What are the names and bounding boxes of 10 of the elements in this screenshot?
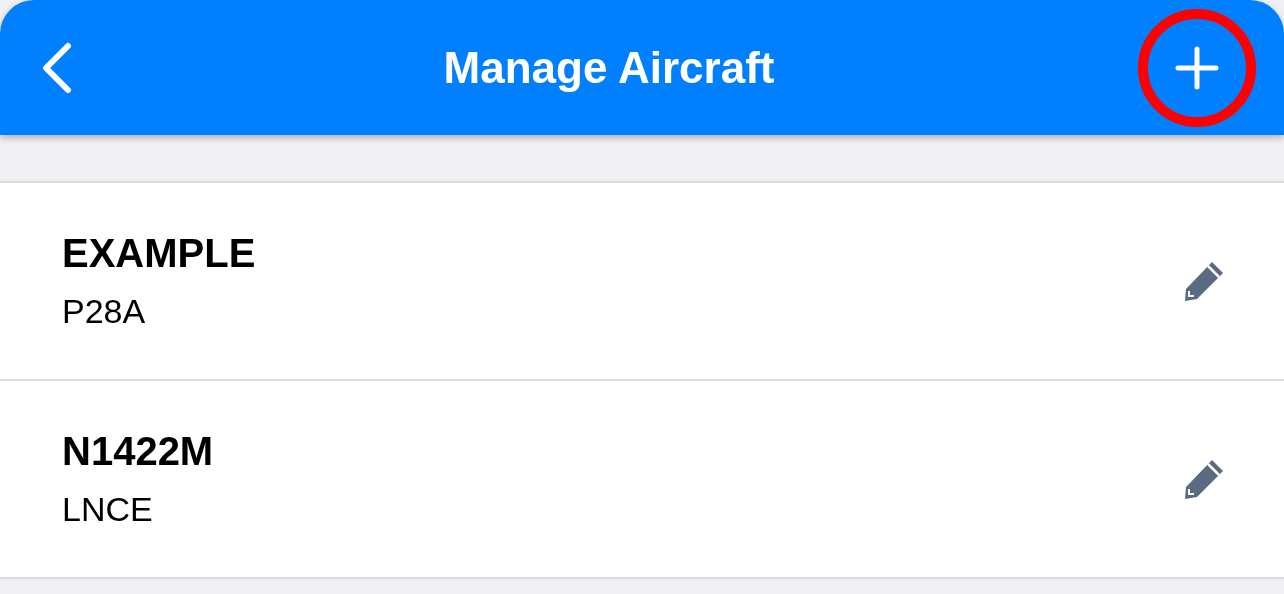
aircraft-type: LNCE: [62, 490, 154, 529]
pencil-icon: [1182, 259, 1226, 303]
pencil-icon: [1182, 457, 1226, 501]
plus-icon: [1175, 45, 1219, 90]
aircraft-name: N1422M: [62, 429, 214, 474]
aircraft-type: P28A: [62, 292, 147, 331]
edit-button[interactable]: [1182, 457, 1226, 501]
screen-title: Manage Aircraft: [443, 42, 775, 93]
edit-button[interactable]: [1182, 259, 1226, 303]
aircraft-name: EXAMPLE: [62, 231, 256, 276]
